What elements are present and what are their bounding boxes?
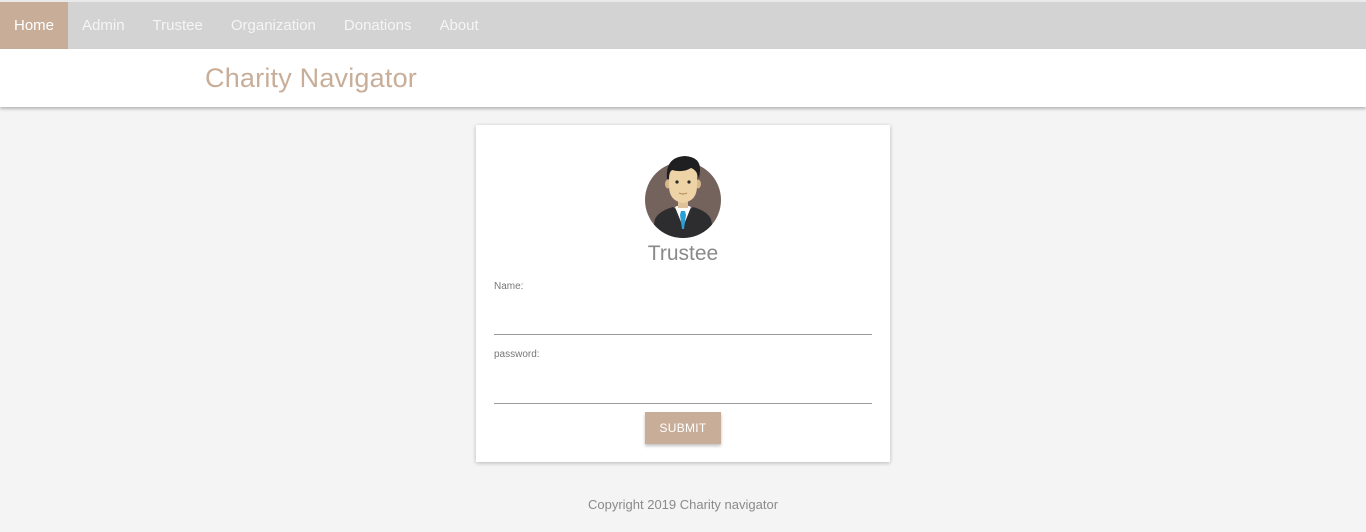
footer-copyright: Copyright 2019 Charity navigator bbox=[587, 497, 779, 512]
name-input[interactable] bbox=[494, 309, 872, 335]
top-nav: Home Admin Trustee Organization Donation… bbox=[0, 0, 1366, 49]
nav-item-admin[interactable]: Admin bbox=[68, 2, 139, 49]
nav-item-about[interactable]: About bbox=[425, 2, 492, 49]
nav-item-organization[interactable]: Organization bbox=[217, 2, 330, 49]
nav-item-donations[interactable]: Donations bbox=[330, 2, 426, 49]
site-header: Charity Navigator bbox=[0, 49, 1366, 107]
site-title: Charity Navigator bbox=[205, 63, 417, 93]
login-card: Trustee Name: password: SUBMIT bbox=[476, 125, 890, 462]
trustee-avatar-icon bbox=[645, 156, 721, 238]
submit-button[interactable]: SUBMIT bbox=[645, 412, 721, 444]
password-label: password: bbox=[494, 349, 540, 360]
login-title: Trustee bbox=[647, 242, 719, 265]
nav-item-trustee[interactable]: Trustee bbox=[139, 2, 217, 49]
name-label: Name: bbox=[494, 281, 524, 292]
password-input[interactable] bbox=[494, 378, 872, 404]
nav-item-home[interactable]: Home bbox=[0, 2, 69, 49]
